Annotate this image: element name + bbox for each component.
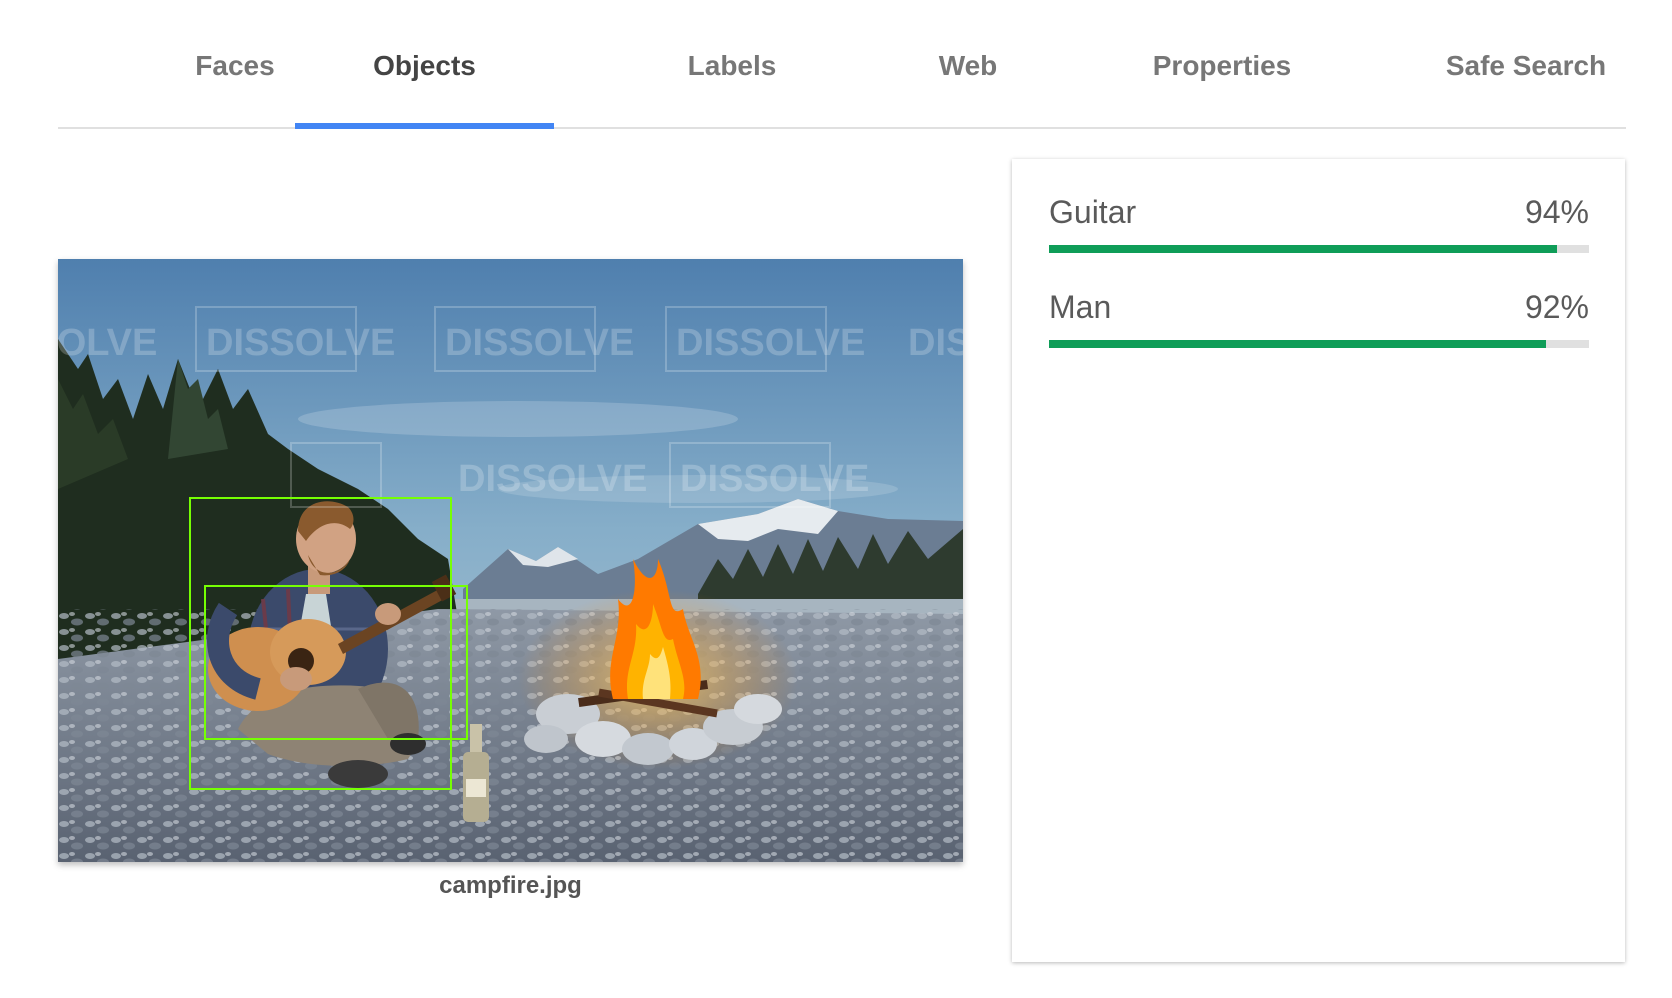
result-name: Man bbox=[1049, 289, 1112, 325]
tab-safe-search[interactable]: Safe Search bbox=[1396, 0, 1656, 127]
active-tab-indicator bbox=[295, 123, 554, 129]
watermark-text: DISSOLVE bbox=[445, 322, 634, 364]
watermark-text: DISSOLVE bbox=[676, 322, 865, 364]
watermark-text: DISSOLVE bbox=[908, 322, 963, 364]
confidence-bar-fill bbox=[1049, 340, 1546, 348]
result-score: 94% bbox=[1524, 194, 1589, 230]
confidence-bar-track bbox=[1049, 340, 1589, 348]
bounding-box-guitar bbox=[204, 585, 468, 740]
result-name: Guitar bbox=[1049, 194, 1137, 230]
image-filename: campfire.jpg bbox=[439, 872, 582, 899]
watermark-text: DISSOLVE bbox=[58, 322, 157, 364]
tab-objects-label: Objects bbox=[373, 49, 476, 81]
object-results-panel: Guitar 94% Man 92% bbox=[1012, 159, 1625, 962]
tab-labels[interactable]: Labels bbox=[602, 0, 862, 127]
tab-objects[interactable]: Objects bbox=[295, 0, 554, 129]
result-row-man: Man 92% bbox=[1049, 289, 1589, 349]
confidence-bar-track bbox=[1049, 245, 1589, 253]
watermark-text: DISSOLVE bbox=[206, 322, 395, 364]
result-row-guitar: Guitar 94% bbox=[1049, 194, 1589, 254]
watermark-text: DISSOLVE bbox=[458, 458, 647, 500]
tab-properties[interactable]: Properties bbox=[1092, 0, 1352, 127]
result-score: 92% bbox=[1524, 289, 1589, 325]
confidence-bar-fill bbox=[1049, 245, 1557, 253]
watermark-text: DISSOLVE bbox=[680, 458, 869, 500]
analyzed-image: DISSOLVE DISSOLVE DISSOLVE DISSOLVE DISS… bbox=[58, 259, 963, 862]
tab-bar: Faces Objects Labels Web Properties Safe… bbox=[58, 0, 1626, 129]
tab-web[interactable]: Web bbox=[850, 0, 1086, 127]
